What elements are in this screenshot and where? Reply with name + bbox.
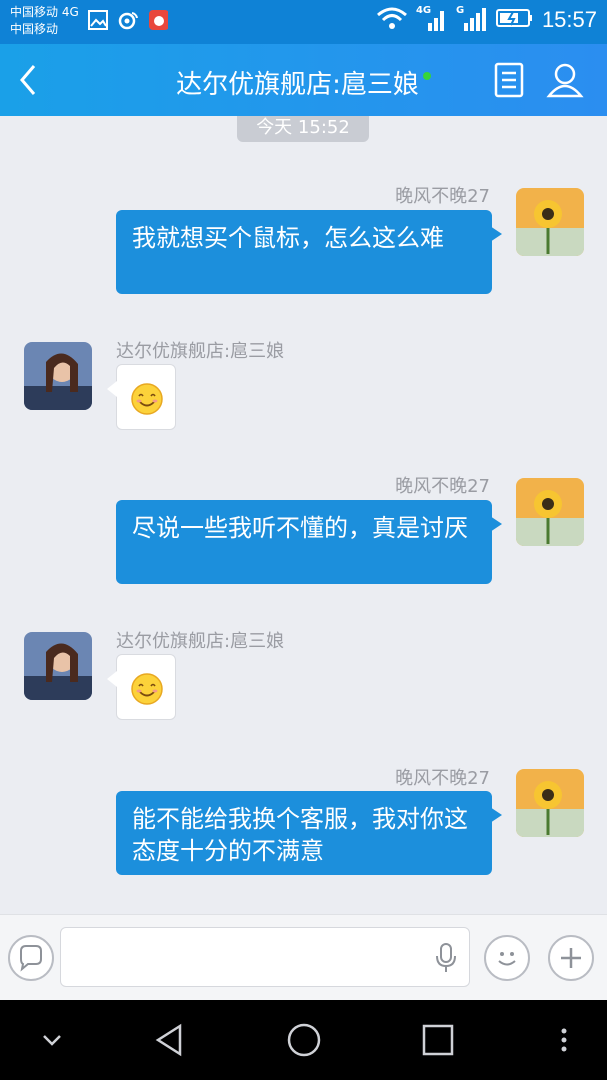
system-icons: 4G G 15:57 <box>376 5 597 34</box>
message-bubble-incoming[interactable] <box>107 364 176 430</box>
nav-recents-button[interactable] <box>418 1022 458 1058</box>
notes-button[interactable] <box>489 60 529 100</box>
profile-icon <box>546 63 584 98</box>
emoji-icon <box>498 952 516 966</box>
input-bar <box>0 914 607 1001</box>
signal-4g-icon: 4G <box>416 5 448 33</box>
more-vertical-icon <box>561 1028 567 1052</box>
smiley-emoji-icon <box>131 673 163 705</box>
notes-icon <box>494 62 524 98</box>
status-bar: 中国移动 4G 中国移动 4G G 15:57 <box>0 0 607 44</box>
sender-name: 晚风不晚27 <box>395 186 490 207</box>
chat-header: 达尔优旗舰店:扈三娘 <box>0 44 607 116</box>
hide-keyboard-button[interactable] <box>32 1022 72 1058</box>
shop-avatar[interactable] <box>24 342 92 410</box>
message-bubble-incoming[interactable] <box>107 654 176 720</box>
message-bubble-outgoing[interactable]: 我就想买个鼠标，怎么这么难 <box>116 210 502 294</box>
wifi-icon <box>376 6 408 34</box>
more-button[interactable] <box>548 935 594 981</box>
message-text: 我就想买个鼠标，怎么这么难 <box>132 224 444 252</box>
status-clock: 15:57 <box>541 7 597 32</box>
online-status-dot <box>422 72 431 80</box>
message-bubble-outgoing[interactable]: 尽说一些我听不懂的，真是讨厌 <box>116 500 502 584</box>
user-avatar[interactable] <box>516 188 584 256</box>
emoji-button[interactable] <box>484 935 530 981</box>
message-bubble-outgoing[interactable]: 能不能给我换个客服，我对你这态度十分的不满意 <box>116 791 502 875</box>
shop-avatar[interactable] <box>24 632 92 700</box>
microphone-button[interactable] <box>433 942 459 974</box>
nav-back-button[interactable] <box>150 1022 190 1058</box>
sender-name: 达尔优旗舰店:扈三娘 <box>116 341 285 362</box>
message-input[interactable] <box>60 927 470 987</box>
app-notification-icon <box>148 10 168 30</box>
sender-name: 晚风不晚27 <box>395 476 490 497</box>
chevron-down-icon <box>43 1035 61 1046</box>
timestamp-pill: 今天 15:52 <box>237 116 369 142</box>
carrier-line-1: 中国移动 4G <box>10 5 79 19</box>
chat-area[interactable]: 今天 15:52 晚风不晚27 我就想买个鼠标，怎么这么难 达尔优旗舰店:扈三娘… <box>0 116 607 914</box>
sender-name: 晚风不晚27 <box>395 768 490 789</box>
carrier-info: 中国移动 4G 中国移动 <box>10 4 79 38</box>
plus-icon <box>561 948 581 968</box>
smiley-emoji-icon <box>131 383 163 415</box>
battery-charging-icon <box>495 7 534 33</box>
microphone-icon <box>436 943 456 972</box>
system-nav-bar <box>0 1000 607 1080</box>
notification-icons <box>88 10 168 30</box>
message-text: 尽说一些我听不懂的，真是讨厌 <box>132 514 468 542</box>
message-text: 能不能给我换个客服，我对你这态度十分的不满意 <box>132 805 468 865</box>
user-avatar[interactable] <box>516 769 584 837</box>
circle-home-icon <box>287 1023 321 1057</box>
user-avatar[interactable] <box>516 478 584 546</box>
speech-bubble-icon <box>20 945 42 972</box>
sender-name: 达尔优旗舰店:扈三娘 <box>116 631 285 652</box>
square-recents-icon <box>422 1024 454 1056</box>
profile-button[interactable] <box>545 60 585 100</box>
triangle-back-icon <box>155 1023 182 1057</box>
nav-home-button[interactable] <box>284 1022 324 1058</box>
voice-toggle-button[interactable] <box>8 935 54 981</box>
chat-title-text: 达尔优旗舰店:扈三娘 <box>176 70 419 100</box>
weibo-icon <box>118 10 138 30</box>
signal-g-icon: G <box>456 5 488 33</box>
nav-menu-button[interactable] <box>552 1022 576 1058</box>
carrier-line-2: 中国移动 <box>10 22 59 36</box>
image-icon <box>88 10 108 30</box>
